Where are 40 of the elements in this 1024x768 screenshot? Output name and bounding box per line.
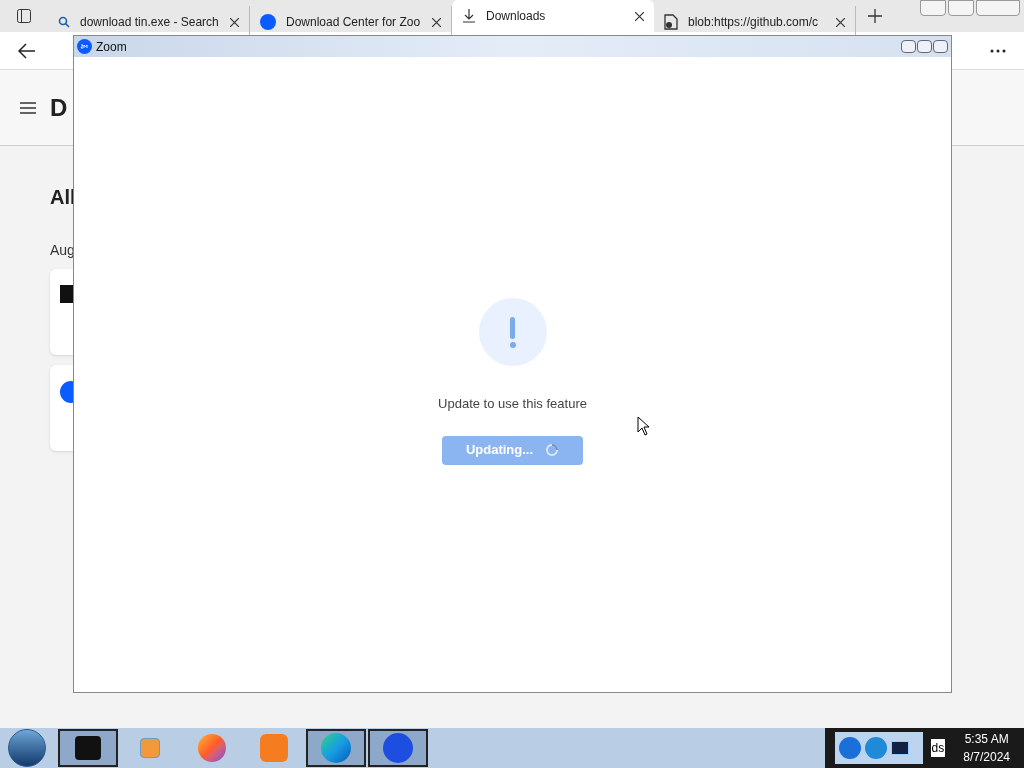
clock-date: 8/7/2024	[963, 749, 1010, 766]
tray-text: ds	[930, 739, 946, 757]
firefox-icon	[198, 734, 226, 762]
minimize-button[interactable]	[901, 40, 916, 53]
close-tab-icon[interactable]	[432, 17, 441, 27]
taskbar-app-button[interactable]	[58, 729, 118, 767]
close-tab-icon[interactable]	[230, 17, 239, 27]
app-icon	[75, 736, 101, 760]
tray-icons[interactable]	[834, 732, 923, 764]
media-player-icon	[140, 738, 160, 758]
clock-time: 5:35 AM	[964, 731, 1009, 748]
close-button[interactable]	[933, 40, 948, 53]
window-title: Zoom	[96, 38, 127, 56]
more-icon[interactable]	[990, 48, 1006, 53]
message-text: Update to use this feature	[438, 395, 587, 413]
menu-icon[interactable]	[20, 101, 36, 114]
close-tab-icon[interactable]	[836, 17, 845, 27]
new-tab-icon[interactable]	[868, 9, 882, 23]
taskbar-app-button[interactable]	[306, 729, 366, 767]
browser-tab[interactable]: Downloads	[452, 0, 654, 32]
file-icon	[664, 14, 678, 30]
maximize-button[interactable]	[917, 40, 932, 53]
start-button[interactable]	[8, 729, 46, 767]
zoom-logo-icon	[260, 14, 276, 30]
minimize-button[interactable]	[920, 0, 946, 16]
close-button[interactable]	[976, 0, 1020, 16]
zoom-logo-icon	[383, 733, 413, 763]
taskbar-app-button[interactable]	[368, 729, 428, 767]
search-icon	[58, 16, 70, 28]
page-heading: D	[50, 92, 68, 123]
zoom-logo-icon	[77, 39, 92, 54]
spinner-icon	[545, 443, 560, 457]
edge-icon	[321, 733, 351, 763]
download-icon	[462, 9, 476, 23]
uc-browser-icon	[260, 734, 288, 762]
restore-button[interactable]	[948, 0, 974, 16]
back-icon[interactable]	[18, 42, 36, 59]
tab-list-icon[interactable]	[16, 8, 32, 24]
close-tab-icon[interactable]	[635, 11, 644, 21]
mouse-cursor-icon	[637, 416, 650, 436]
